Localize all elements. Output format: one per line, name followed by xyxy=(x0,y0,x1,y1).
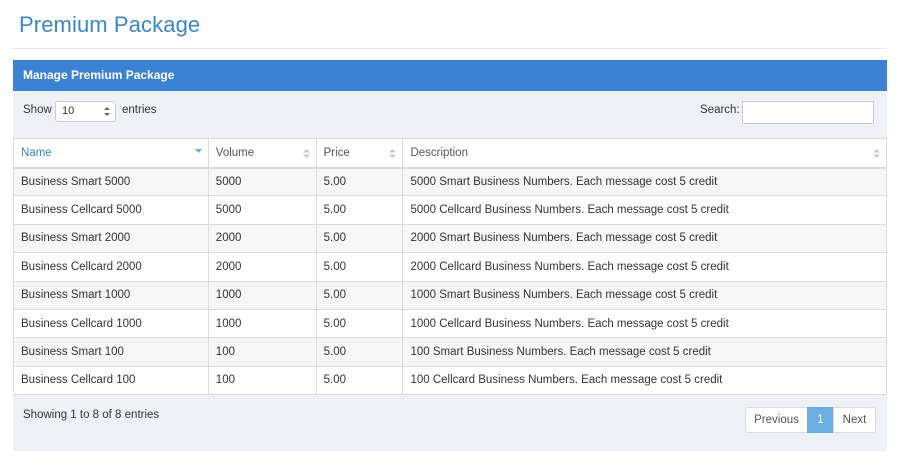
column-header-label: Volume xyxy=(215,146,255,159)
column-header-price[interactable]: Price xyxy=(315,138,404,168)
column-header-label: Name xyxy=(21,146,52,159)
cell-description: 1000 Cellcard Business Numbers. Each mes… xyxy=(402,308,887,339)
cell-description: 2000 Smart Business Numbers. Each messag… xyxy=(402,223,887,254)
cell-name: Business Cellcard 1000 xyxy=(13,308,209,339)
table-row: Business Cellcard 100 100 5.00 100 Cellc… xyxy=(13,365,887,396)
premium-package-panel: Manage Premium Package Show 10 entries S… xyxy=(13,60,887,451)
show-label: Show xyxy=(23,104,52,116)
column-header-description[interactable]: Description xyxy=(402,138,887,168)
cell-price: 5.00 xyxy=(315,166,404,197)
cell-volume: 5000 xyxy=(207,195,317,225)
table-row: Business Cellcard 2000 2000 5.00 2000 Ce… xyxy=(13,252,887,282)
sort-desc-icon xyxy=(194,149,202,153)
sort-both-icon xyxy=(302,149,310,158)
cell-volume: 1000 xyxy=(207,280,317,310)
pagination: Previous 1 Next xyxy=(745,407,876,433)
cell-description: 1000 Smart Business Numbers. Each messag… xyxy=(402,280,887,310)
search-input[interactable] xyxy=(742,101,874,124)
table-row: Business Smart 2000 2000 5.00 2000 Smart… xyxy=(13,223,887,254)
cell-name: Business Cellcard 100 xyxy=(13,365,209,396)
page-title: Premium Package xyxy=(19,12,201,37)
cell-description: 2000 Cellcard Business Numbers. Each mes… xyxy=(402,252,887,282)
column-header-label: Price xyxy=(323,146,350,159)
table-row: Business Smart 100 100 5.00 100 Smart Bu… xyxy=(13,337,887,367)
next-page-button[interactable]: Next xyxy=(833,407,876,433)
cell-name: Business Smart 100 xyxy=(13,337,209,367)
table-row: Business Smart 5000 5000 5.00 5000 Smart… xyxy=(13,166,887,197)
cell-name: Business Smart 2000 xyxy=(13,223,209,254)
cell-name: Business Smart 5000 xyxy=(13,166,209,197)
search-label: Search: xyxy=(700,104,740,116)
cell-price: 5.00 xyxy=(315,280,404,310)
cell-name: Business Cellcard 5000 xyxy=(13,195,209,225)
cell-description: 100 Cellcard Business Numbers. Each mess… xyxy=(402,365,887,396)
column-header-label: Description xyxy=(410,146,468,159)
previous-page-button[interactable]: Previous xyxy=(745,407,808,433)
panel-header: Manage Premium Package xyxy=(13,60,887,91)
cell-price: 5.00 xyxy=(315,195,404,225)
sort-both-icon xyxy=(389,149,397,158)
cell-volume: 2000 xyxy=(207,252,317,282)
cell-price: 5.00 xyxy=(315,365,404,396)
cell-description: 5000 Cellcard Business Numbers. Each mes… xyxy=(402,195,887,225)
entries-label: entries xyxy=(122,104,157,116)
entries-length-select[interactable]: 10 xyxy=(55,101,116,122)
cell-volume: 100 xyxy=(207,365,317,396)
sort-both-icon xyxy=(873,149,880,158)
cell-volume: 1000 xyxy=(207,308,317,339)
title-divider xyxy=(13,48,887,49)
cell-volume: 2000 xyxy=(207,223,317,254)
cell-price: 5.00 xyxy=(315,252,404,282)
cell-name: Business Cellcard 2000 xyxy=(13,252,209,282)
cell-price: 5.00 xyxy=(315,223,404,254)
column-header-name[interactable]: Name xyxy=(13,138,209,168)
table-controls: Show 10 entries Search: xyxy=(13,91,887,137)
entries-length-value: 10 xyxy=(62,105,75,117)
cell-price: 5.00 xyxy=(315,337,404,367)
cell-name: Business Smart 1000 xyxy=(13,280,209,310)
table-row: Business Cellcard 5000 5000 5.00 5000 Ce… xyxy=(13,195,887,225)
table-info: Showing 1 to 8 of 8 entries xyxy=(23,409,160,421)
cell-price: 5.00 xyxy=(315,308,404,339)
page-1-button[interactable]: 1 xyxy=(807,407,834,433)
select-arrows-icon xyxy=(104,107,110,116)
premium-package-table: Name Volume Price Description Business S… xyxy=(13,138,887,396)
cell-volume: 5000 xyxy=(207,166,317,197)
cell-description: 5000 Smart Business Numbers. Each messag… xyxy=(402,166,887,197)
table-row: Business Cellcard 1000 1000 5.00 1000 Ce… xyxy=(13,308,887,339)
table-row: Business Smart 1000 1000 5.00 1000 Smart… xyxy=(13,280,887,310)
cell-description: 100 Smart Business Numbers. Each message… xyxy=(402,337,887,367)
column-header-volume[interactable]: Volume xyxy=(207,138,317,168)
cell-volume: 100 xyxy=(207,337,317,367)
